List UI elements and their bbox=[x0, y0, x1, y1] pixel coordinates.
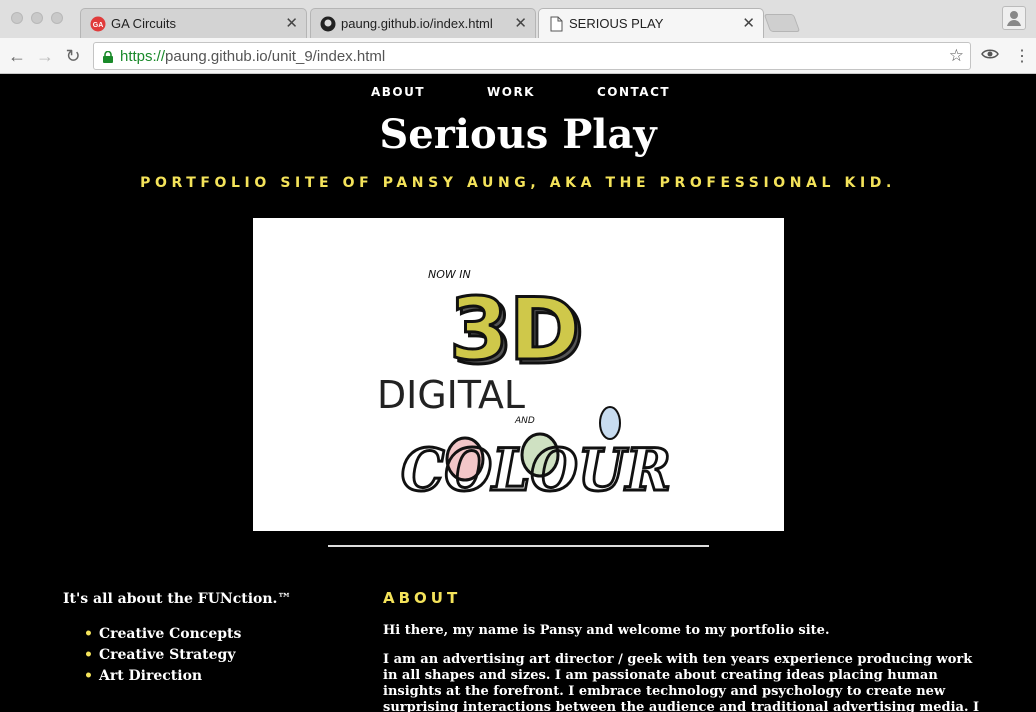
section-divider bbox=[328, 545, 709, 547]
services-list: • Creative Concepts • Creative Strategy • A… bbox=[84, 626, 241, 689]
list-item: • Creative Strategy bbox=[84, 647, 236, 663]
menu-icon[interactable]: ⋮ bbox=[1014, 46, 1030, 66]
extension-icon[interactable] bbox=[981, 46, 999, 67]
about-body: I am an advertising art director / geek … bbox=[383, 652, 980, 712]
tab-github[interactable]: paung.github.io/index.html at m ✕ bbox=[310, 8, 536, 38]
bullet-icon: • bbox=[84, 647, 93, 663]
hero-text-digital: DIGITAL bbox=[377, 373, 525, 417]
hero-3d-letters: 3D 3D bbox=[448, 279, 586, 386]
hero-image: NOW IN 3D 3D DIGITAL AND COLOUR bbox=[253, 218, 784, 531]
minimize-window-button[interactable] bbox=[31, 12, 43, 24]
browser-toolbar: ← → ↻ https://paung.github.io/unit_9/ind… bbox=[0, 38, 1036, 74]
zoom-window-button[interactable] bbox=[51, 12, 63, 24]
page-content: ABOUT WORK CONTACT Serious Play PORTFOLI… bbox=[0, 74, 1036, 712]
list-item: • Art Direction bbox=[84, 668, 203, 684]
tab-title: GA Circuits bbox=[111, 16, 177, 31]
close-icon[interactable]: ✕ bbox=[514, 14, 527, 32]
tab-title: SERIOUS PLAY bbox=[569, 16, 664, 31]
site-tagline: PORTFOLIO SITE OF PANSY AUNG, AKA THE PR… bbox=[140, 175, 896, 191]
about-intro: Hi there, my name is Pansy and welcome t… bbox=[383, 623, 830, 638]
svg-text:GA: GA bbox=[93, 22, 104, 29]
function-heading: It's all about the FUNction.™ bbox=[63, 591, 292, 607]
address-bar[interactable]: https://paung.github.io/unit_9/index.htm… bbox=[93, 42, 971, 70]
document-icon bbox=[548, 16, 564, 32]
forward-icon[interactable]: → bbox=[33, 44, 57, 68]
reload-icon[interactable]: ↻ bbox=[61, 44, 85, 68]
new-tab-button[interactable] bbox=[763, 14, 801, 32]
about-heading: ABOUT bbox=[383, 589, 462, 607]
bullet-icon: • bbox=[84, 626, 93, 642]
back-icon[interactable]: ← bbox=[5, 44, 29, 68]
nav-contact[interactable]: CONTACT bbox=[597, 85, 670, 99]
close-window-button[interactable] bbox=[11, 12, 23, 24]
profile-icon[interactable] bbox=[1002, 6, 1026, 30]
svg-text:COLOUR: COLOUR bbox=[401, 436, 671, 504]
tab-title: paung.github.io/index.html at m bbox=[341, 16, 496, 31]
site-title: Serious Play bbox=[379, 111, 657, 158]
list-item: • Creative Concepts bbox=[84, 626, 242, 642]
hero-colour-lettering: COLOUR bbox=[400, 406, 673, 506]
nav-work[interactable]: WORK bbox=[487, 85, 535, 99]
lock-icon bbox=[103, 50, 113, 63]
bookmark-star-icon[interactable]: ☆ bbox=[949, 46, 964, 66]
close-icon[interactable]: ✕ bbox=[285, 14, 298, 32]
close-icon[interactable]: ✕ bbox=[742, 14, 755, 32]
github-icon bbox=[320, 16, 336, 32]
url-text: https://paung.github.io/unit_9/index.htm… bbox=[120, 48, 386, 65]
ga-icon: GA bbox=[90, 16, 106, 32]
hero-text-and: AND bbox=[514, 416, 535, 426]
svg-text:3D: 3D bbox=[449, 280, 580, 380]
browser-tab-bar: GA GA Circuits ✕ paung.github.io/index.h… bbox=[0, 0, 1036, 39]
bullet-icon: • bbox=[84, 668, 93, 684]
tab-serious-play[interactable]: SERIOUS PLAY ✕ bbox=[538, 8, 764, 39]
tab-ga-circuits[interactable]: GA GA Circuits ✕ bbox=[80, 8, 307, 38]
nav-about[interactable]: ABOUT bbox=[371, 85, 425, 99]
